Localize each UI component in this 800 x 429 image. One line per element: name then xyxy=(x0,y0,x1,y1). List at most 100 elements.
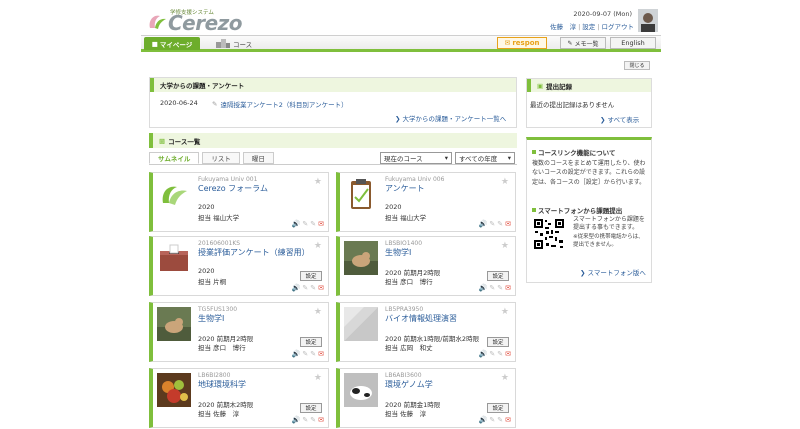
announcement-icon[interactable]: 🔊 xyxy=(292,350,301,358)
announcement-icon[interactable]: 🔊 xyxy=(292,284,301,292)
close-button[interactable]: 閉じる xyxy=(624,61,650,70)
course-title-link[interactable]: バイオ情報処理演習 xyxy=(385,313,457,324)
favorite-star-icon[interactable]: ★ xyxy=(501,241,509,251)
pencil-icon[interactable]: ✎ xyxy=(302,416,308,424)
pencil-icon[interactable]: ✎ xyxy=(302,350,308,358)
course-teacher: 担当 福山大学 xyxy=(385,214,427,222)
smartphone-heading: スマートフォンから課題提出 xyxy=(532,205,622,215)
course-title-link[interactable]: 地球環境科学 xyxy=(198,379,246,390)
course-card[interactable]: LB6ABI3600 環境ゲノム学 2020 前期金1時限 担当 佐藤 淳 ★ 設定 🔊 ✎ ✎… xyxy=(336,368,516,428)
year-filter-value: すべての年度 xyxy=(459,155,498,163)
course-settings-button[interactable]: 設定 xyxy=(487,271,509,281)
edit-icon[interactable]: ✎ xyxy=(497,350,503,358)
course-teacher: 担当 福山大学 xyxy=(198,214,240,222)
edit-icon[interactable]: ✎ xyxy=(310,220,316,228)
favorite-star-icon[interactable]: ★ xyxy=(501,177,509,187)
tab-mypage[interactable]: ■ マイページ xyxy=(144,37,200,50)
announcement-icon[interactable]: 🔊 xyxy=(479,416,488,424)
course-thumbnail[interactable] xyxy=(344,373,378,407)
announcement-icon[interactable]: 🔊 xyxy=(292,220,301,228)
edit-icon[interactable]: ✎ xyxy=(310,350,316,358)
course-thumbnail[interactable] xyxy=(344,307,378,341)
pencil-icon[interactable]: ✎ xyxy=(489,284,495,292)
course-title-link[interactable]: Cerezo フォーラム xyxy=(198,183,268,194)
edit-icon[interactable]: ✎ xyxy=(497,284,503,292)
comment-icon[interactable]: ✉ xyxy=(505,284,511,292)
announcement-icon[interactable]: 🔊 xyxy=(479,220,488,228)
course-title-link[interactable]: 授業評価アンケート（練習用） xyxy=(198,247,310,258)
course-title-link[interactable]: 生物学Ⅰ xyxy=(198,313,224,324)
comment-icon[interactable]: ✉ xyxy=(318,220,324,228)
course-thumbnail[interactable] xyxy=(344,177,378,211)
english-button[interactable]: English xyxy=(610,37,656,49)
logout-link[interactable]: ログアウト xyxy=(602,23,635,31)
course-card[interactable]: LB5PRA3950 バイオ情報処理演習 2020 前期水1時限/前期水2時限 担当 … xyxy=(336,302,516,362)
comment-icon[interactable]: ✉ xyxy=(318,350,324,358)
course-card[interactable]: 201606001KS 授業評価アンケート（練習用） 2020 担当 片桐 ★ 設定 🔊 ✎ ✎… xyxy=(149,236,329,296)
edit-icon[interactable]: ✎ xyxy=(310,284,316,292)
edit-icon[interactable]: ✎ xyxy=(310,416,316,424)
comment-icon[interactable]: ✉ xyxy=(505,416,511,424)
course-thumbnail[interactable] xyxy=(157,177,191,211)
tab-mypage-label: マイページ xyxy=(159,40,193,49)
pencil-icon[interactable]: ✎ xyxy=(489,416,495,424)
course-card[interactable]: LB6BI2800 地球環境科学 2020 前期木2時限 担当 佐藤 淳 ★ 設定 🔊 ✎ ✎ ✉ xyxy=(149,368,329,428)
favorite-star-icon[interactable]: ★ xyxy=(314,373,322,383)
course-settings-button[interactable]: 設定 xyxy=(300,271,322,281)
smartphone-link[interactable]: ❯ スマートフォン版へ xyxy=(580,267,646,277)
pencil-icon[interactable]: ✎ xyxy=(302,284,308,292)
course-action-icons: 🔊 ✎ ✎ ✉ xyxy=(479,220,511,228)
pencil-icon[interactable]: ✎ xyxy=(489,350,495,358)
comment-icon[interactable]: ✉ xyxy=(505,350,511,358)
course-settings-button[interactable]: 設定 xyxy=(300,403,322,413)
memo-list-button[interactable]: ✎ メモ一覧 xyxy=(560,37,606,49)
tab-course[interactable]: コース xyxy=(216,38,252,49)
favorite-star-icon[interactable]: ★ xyxy=(314,177,322,187)
course-card[interactable]: Fukuyama Univ 001 Cerezo フォーラム 2020 担当 福山大学… xyxy=(149,172,329,232)
smartphone-note: ※従来型の携帯電話からは、提出できません。 xyxy=(573,233,644,249)
course-settings-button[interactable]: 設定 xyxy=(300,337,322,347)
settings-link[interactable]: 設定 xyxy=(582,23,595,31)
favorite-star-icon[interactable]: ★ xyxy=(501,307,509,317)
announcement-icon[interactable]: 🔊 xyxy=(479,284,488,292)
course-code: Fukuyama Univ 006 xyxy=(385,176,445,183)
favorite-star-icon[interactable]: ★ xyxy=(314,307,322,317)
course-title-link[interactable]: 生物学Ⅰ xyxy=(385,247,411,258)
pencil-icon[interactable]: ✎ xyxy=(489,220,495,228)
course-title-link[interactable]: アンケート xyxy=(385,183,425,194)
records-all-link[interactable]: ❯ すべて表示 xyxy=(600,114,639,124)
course-title-link[interactable]: 環境ゲノム学 xyxy=(385,379,433,390)
comment-icon[interactable]: ✉ xyxy=(318,416,324,424)
favorite-star-icon[interactable]: ★ xyxy=(501,373,509,383)
respon-button[interactable]: ✉ respon xyxy=(497,37,547,49)
course-thumbnail[interactable] xyxy=(344,241,378,275)
announcement-icon[interactable]: 🔊 xyxy=(292,416,301,424)
assignments-more-link[interactable]: ❯ 大学からの課題・アンケート一覧へ xyxy=(395,113,506,123)
favorite-star-icon[interactable]: ★ xyxy=(314,241,322,251)
course-thumbnail[interactable] xyxy=(157,241,191,275)
edit-icon[interactable]: ✎ xyxy=(497,220,503,228)
announcement-icon[interactable]: 🔊 xyxy=(479,350,488,358)
course-card[interactable]: Fukuyama Univ 006 アンケート 2020 担当 福山大学 ★ 🔊 ✎ ✎ ✉ xyxy=(336,172,516,232)
course-filter-select[interactable]: 現在のコース ▾ xyxy=(380,152,452,164)
course-card[interactable]: TG5FUS1300 生物学Ⅰ 2020 前期月2時限 担当 彦口 博行 ★ 設定 🔊 ✎ ✎ ✉ xyxy=(149,302,329,362)
pencil-icon[interactable]: ✎ xyxy=(302,220,308,228)
user-name-link[interactable]: 佐藤 淳 xyxy=(550,23,576,31)
tab-weekday[interactable]: 曜日 xyxy=(242,152,274,164)
avatar[interactable] xyxy=(638,9,658,32)
tab-course-label: コース xyxy=(233,40,253,49)
year-filter-select[interactable]: すべての年度 ▾ xyxy=(455,152,515,164)
course-settings-button[interactable]: 設定 xyxy=(487,337,509,347)
tab-list[interactable]: リスト xyxy=(202,152,240,164)
course-link-text: 複数のコースをまとめて運用したり、使わないコースの設定ができます。これらの設定は… xyxy=(532,160,646,186)
course-card[interactable]: LBSBIO1400 生物学Ⅰ 2020 前期月2時限 担当 彦口 博行 ★ 設定 🔊 ✎ ✎ ✉ xyxy=(336,236,516,296)
tab-thumbnail[interactable]: サムネイル xyxy=(149,152,200,164)
course-thumbnail[interactable] xyxy=(157,373,191,407)
course-action-icons: 🔊 ✎ ✎ ✉ xyxy=(479,284,511,292)
course-settings-button[interactable]: 設定 xyxy=(487,403,509,413)
comment-icon[interactable]: ✉ xyxy=(318,284,324,292)
assignment-link[interactable]: ✎ 遠隔授業アンケート2（科目別アンケート） xyxy=(212,99,348,109)
edit-icon[interactable]: ✎ xyxy=(497,416,503,424)
comment-icon[interactable]: ✉ xyxy=(505,220,511,228)
course-thumbnail[interactable] xyxy=(157,307,191,341)
